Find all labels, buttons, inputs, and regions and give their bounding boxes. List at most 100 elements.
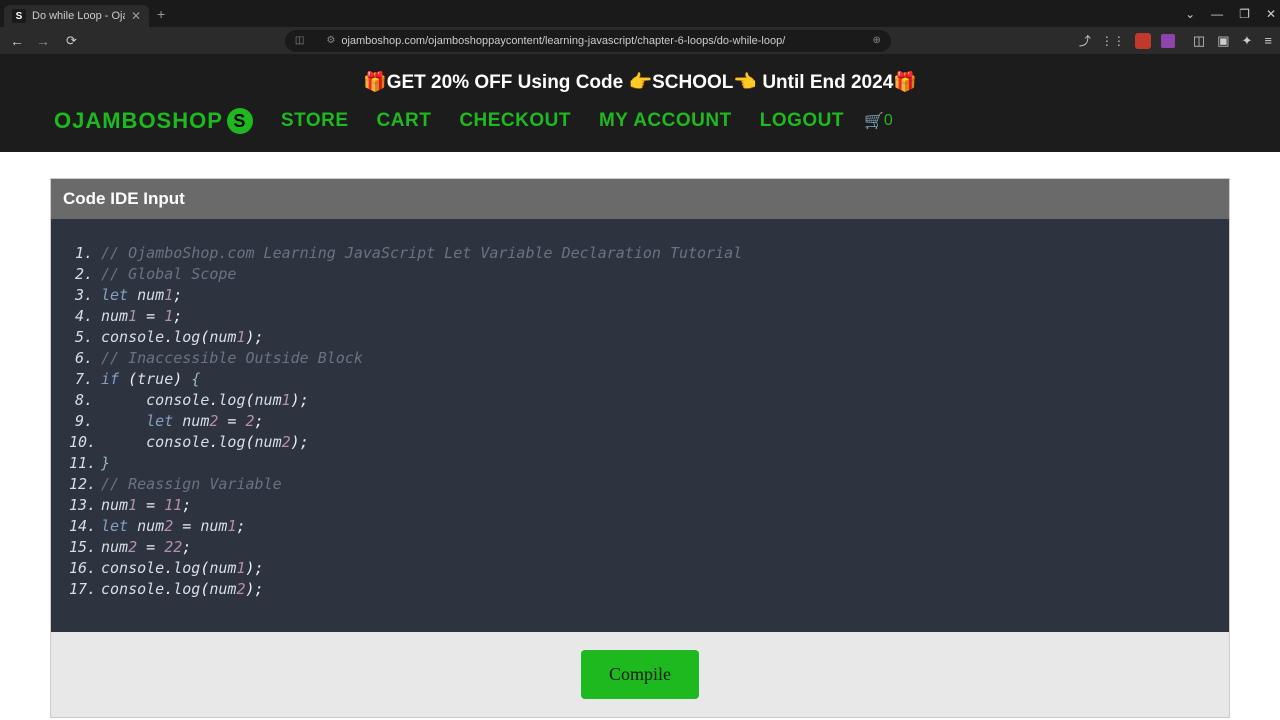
nav-my-account[interactable]: MY ACCOUNT [599,110,732,132]
line-content: // OjamboShop.com Learning JavaScript Le… [101,243,742,264]
tab-title: Do while Loop - OjamboSh [32,10,125,22]
line-number: 1. [69,243,101,264]
line-number: 2. [69,264,101,285]
extension-ublock-icon[interactable] [1135,33,1151,49]
line-content: console.log(num1); [101,390,309,411]
site-settings-icon[interactable]: ⚙ [326,35,335,46]
maximize-button[interactable]: ❐ [1239,7,1250,21]
code-line: 9. let num2 = 2; [69,411,1211,432]
menu-icon[interactable]: ≡ [1264,33,1272,49]
sparkle-icon[interactable]: ✦ [1242,33,1253,49]
code-line: 13.num1 = 11; [69,495,1211,516]
back-button[interactable]: ← [8,33,26,49]
line-number: 15. [69,537,101,558]
account-icon[interactable]: ▣ [1217,33,1229,49]
right-icons: ◫ ▣ ✦ ≡ [1193,33,1272,49]
cart-icon: 🛒 [864,111,884,131]
code-line: 10. console.log(num2); [69,432,1211,453]
page-content: 🎁GET 20% OFF Using Code 👉SCHOOL👈 Until E… [0,54,1280,720]
line-content: let num2 = 2; [101,411,264,432]
browser-tab[interactable]: S Do while Loop - OjamboSh ✕ [4,5,149,27]
code-line: 4.num1 = 1; [69,306,1211,327]
line-content: } [101,453,110,474]
code-line: 16.console.log(num1); [69,558,1211,579]
line-number: 11. [69,453,101,474]
code-ide-panel: Code IDE Input 1.// OjamboShop.com Learn… [50,178,1230,718]
tab-close-icon[interactable]: ✕ [131,9,141,23]
close-button[interactable]: ✕ [1266,7,1276,21]
line-number: 6. [69,348,101,369]
forward-button: → [34,33,52,49]
main-nav: OJAMBOSHOP S STORE CART CHECKOUT MY ACCO… [0,108,1280,140]
code-line: 15.num2 = 22; [69,537,1211,558]
line-content: // Inaccessible Outside Block [101,348,363,369]
logo-text: OJAMBOSHOP [54,108,223,134]
reload-button[interactable]: ⟳ [66,33,77,49]
line-number: 9. [69,411,101,432]
line-number: 7. [69,369,101,390]
line-content: // Reassign Variable [101,474,282,495]
code-line: 5.console.log(num1); [69,327,1211,348]
logo-badge: S [227,108,253,134]
code-line: 12.// Reassign Variable [69,474,1211,495]
cart-count: 0 [884,112,893,130]
line-number: 3. [69,285,101,306]
nav-logout[interactable]: LOGOUT [760,110,844,132]
sidebar-icon[interactable]: ◫ [1193,33,1205,49]
line-content: let num1; [101,285,182,306]
minimize-button[interactable]: — [1211,7,1223,21]
url-bar[interactable]: ◫ ⚙ ojamboshop.com/ojamboshoppaycontent/… [285,30,891,52]
line-content: console.log(num1); [101,558,264,579]
line-content: if (true) { [101,369,200,390]
line-content: num1 = 11; [101,495,191,516]
line-number: 5. [69,327,101,348]
cart-icon-link[interactable]: 🛒0 [864,111,893,131]
line-content: console.log(num1); [101,327,264,348]
nav-checkout[interactable]: CHECKOUT [459,110,571,132]
nav-store[interactable]: STORE [281,110,349,132]
nav-cart[interactable]: CART [377,110,432,132]
code-editor[interactable]: 1.// OjamboShop.com Learning JavaScript … [51,219,1229,632]
code-line: 3.let num1; [69,285,1211,306]
line-content: console.log(num2); [101,432,309,453]
line-content: console.log(num2); [101,579,264,600]
code-ide-header: Code IDE Input [51,179,1229,219]
line-number: 8. [69,390,101,411]
code-line: 1.// OjamboShop.com Learning JavaScript … [69,243,1211,264]
site-logo[interactable]: OJAMBOSHOP S [54,108,253,134]
code-line: 6.// Inaccessible Outside Block [69,348,1211,369]
url-text: ojamboshop.com/ojamboshoppaycontent/lear… [341,35,866,47]
page-scroll[interactable]: 🎁GET 20% OFF Using Code 👉SCHOOL👈 Until E… [0,54,1280,720]
new-tab-button[interactable]: + [157,6,165,22]
code-line: 8. console.log(num1); [69,390,1211,411]
extension-icon[interactable] [1161,34,1175,48]
window-controls: ⌄ — ❐ ✕ [1185,7,1276,21]
line-number: 17. [69,579,101,600]
line-content: // Global Scope [101,264,236,285]
chevron-down-icon[interactable]: ⌄ [1185,7,1195,21]
line-number: 4. [69,306,101,327]
site-header: 🎁GET 20% OFF Using Code 👉SCHOOL👈 Until E… [0,54,1280,152]
zoom-icon[interactable]: ⊕ [873,35,881,46]
line-number: 12. [69,474,101,495]
compile-section: Compile [51,632,1229,717]
line-content: num2 = 22; [101,537,191,558]
main-content: Code IDE Input 1.// OjamboShop.com Learn… [0,152,1280,720]
bookmark-icon[interactable]: ◫ [295,35,304,46]
line-content: num1 = 1; [101,306,182,327]
toolbar-icons: ⤴ ⋮⋮ [1079,32,1175,49]
code-line: 14.let num2 = num1; [69,516,1211,537]
share-icon[interactable]: ⤴ [1079,32,1091,49]
browser-titlebar: S Do while Loop - OjamboSh ✕ + ⌄ — ❐ ✕ [0,0,1280,27]
code-line: 11.} [69,453,1211,474]
promo-banner: 🎁GET 20% OFF Using Code 👉SCHOOL👈 Until E… [0,66,1280,108]
code-line: 2.// Global Scope [69,264,1211,285]
rss-icon[interactable]: ⋮⋮ [1101,34,1125,48]
line-content: let num2 = num1; [101,516,246,537]
compile-button[interactable]: Compile [581,650,699,699]
line-number: 16. [69,558,101,579]
line-number: 13. [69,495,101,516]
line-number: 14. [69,516,101,537]
browser-toolbar: ← → ⟳ ◫ ⚙ ojamboshop.com/ojamboshoppayco… [0,27,1280,54]
code-line: 7.if (true) { [69,369,1211,390]
